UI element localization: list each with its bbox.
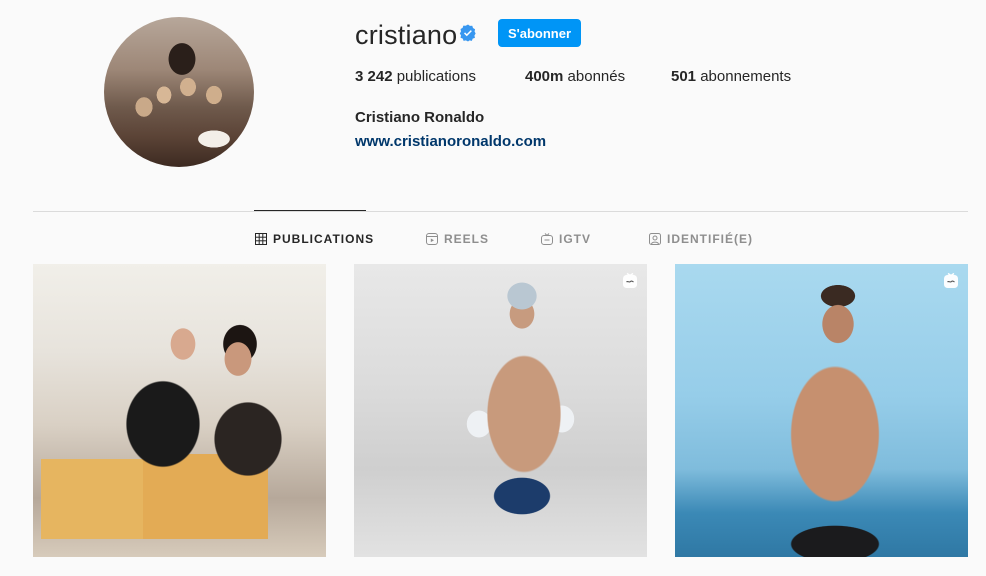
- follow-button[interactable]: S'abonner: [498, 19, 581, 47]
- grid-icon: [255, 233, 267, 245]
- reel-badge-icon: [623, 272, 637, 288]
- following-count: 501: [671, 68, 697, 85]
- following-label: abonnements: [700, 68, 792, 85]
- tab-igtv[interactable]: IGTV: [541, 232, 591, 246]
- following-stat[interactable]: 501 abonnements: [671, 68, 791, 85]
- posts-count: 3 242: [355, 68, 393, 85]
- tab-publications[interactable]: PUBLICATIONS: [255, 232, 374, 246]
- followers-count: 400m: [525, 68, 564, 85]
- tab-label: IDENTIFIÉ(E): [667, 232, 753, 246]
- post-thumbnail[interactable]: [354, 264, 647, 557]
- website-link[interactable]: www.cristianoronaldo.com: [355, 133, 546, 150]
- tabs-divider: [33, 211, 968, 212]
- tab-tagged[interactable]: IDENTIFIÉ(E): [649, 232, 753, 246]
- reel-badge-icon: [944, 272, 958, 288]
- active-tab-indicator: [254, 210, 366, 211]
- profile-avatar[interactable]: [104, 17, 254, 167]
- verified-badge-icon: [459, 24, 476, 42]
- tab-reels[interactable]: REELS: [426, 232, 489, 246]
- tab-label: REELS: [444, 232, 490, 246]
- posts-stat: 3 242 publications: [355, 68, 476, 85]
- followers-stat[interactable]: 400m abonnés: [525, 68, 625, 85]
- username: cristiano: [355, 20, 458, 50]
- posts-label: publications: [396, 68, 476, 85]
- igtv-icon: [541, 233, 553, 245]
- full-name: Cristiano Ronaldo: [355, 109, 485, 126]
- post-thumbnail[interactable]: [33, 264, 326, 557]
- tab-label: PUBLICATIONS: [273, 232, 375, 246]
- tagged-icon: [649, 233, 661, 245]
- avatar-image: [104, 17, 254, 167]
- reels-icon: [426, 233, 438, 245]
- tab-label: IGTV: [559, 232, 592, 246]
- followers-label: abonnés: [567, 68, 626, 85]
- post-thumbnail[interactable]: [675, 264, 968, 557]
